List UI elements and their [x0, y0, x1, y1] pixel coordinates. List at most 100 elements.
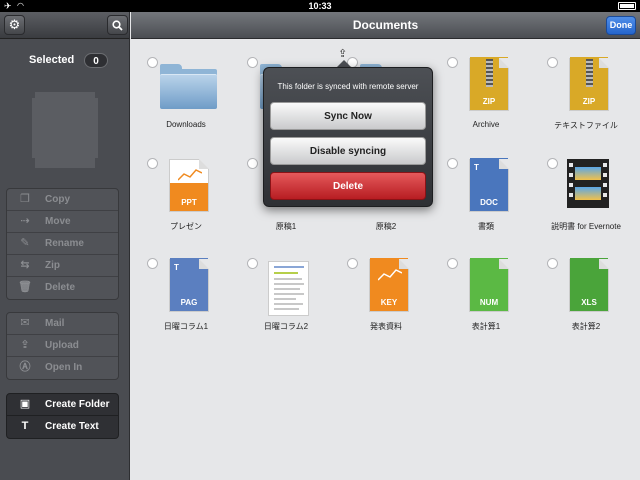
- copy-button[interactable]: ❐ Copy: [7, 189, 118, 211]
- disable-syncing-button[interactable]: Disable syncing: [270, 137, 426, 165]
- create-folder-button[interactable]: ▣ Create Folder: [7, 394, 118, 416]
- select-radio[interactable]: [447, 258, 458, 269]
- rename-icon: ✎: [20, 237, 30, 249]
- page-title: Documents: [352, 18, 419, 32]
- select-radio[interactable]: [147, 258, 158, 269]
- select-radio[interactable]: [147, 57, 158, 68]
- file-name: 発表資料: [370, 322, 402, 331]
- keynote-file-icon: KEY: [369, 258, 409, 312]
- sidebar-toolbar: ⚙: [0, 12, 129, 39]
- sync-popover: This folder is synced with remote server…: [263, 67, 433, 207]
- move-label: Move: [45, 216, 71, 227]
- file-item[interactable]: ZIP テキストファイル: [536, 44, 636, 144]
- xls-ext-label: XLS: [581, 298, 597, 307]
- doc-file-icon: T DOC: [469, 158, 509, 212]
- share-icon[interactable]: ⇪: [338, 47, 347, 60]
- num-ext-label: NUM: [479, 298, 499, 307]
- ppt-file-icon: PPT: [169, 159, 209, 212]
- popover-message: This folder is synced with remote server: [277, 82, 419, 91]
- search-button[interactable]: [107, 15, 128, 35]
- pages-file-icon: T PAG: [169, 258, 209, 312]
- xls-file-icon: XLS: [569, 258, 609, 312]
- select-radio[interactable]: [547, 57, 558, 68]
- file-item[interactable]: KEY 発表資料: [336, 245, 436, 345]
- select-radio[interactable]: [247, 57, 258, 68]
- zip-file-icon: ZIP: [469, 57, 509, 111]
- select-radio[interactable]: [547, 258, 558, 269]
- zip-icon: ⇆: [20, 259, 30, 271]
- create-text-button[interactable]: T Create Text: [7, 416, 118, 438]
- numbers-file-icon: NUM: [469, 258, 509, 312]
- file-item[interactable]: NUM 表計算1: [436, 245, 536, 345]
- file-item[interactable]: ZIP Archive: [436, 44, 536, 144]
- sidebar: ⚙ Selected 0 ❐ Copy ⇢ Move ✎ Rename ⇆ Zip 🗑 D…: [0, 12, 130, 480]
- file-name: 表計算2: [571, 322, 601, 331]
- zip-file-icon: ZIP: [569, 57, 609, 111]
- file-item[interactable]: 日曜コラム2: [236, 245, 336, 345]
- create-folder-icon: ▣: [19, 398, 31, 410]
- open-in-button[interactable]: Ⓐ Open In: [7, 357, 118, 379]
- file-item[interactable]: 説明書 for Evernote: [536, 145, 636, 245]
- selected-label: Selected: [29, 54, 75, 66]
- copy-label: Copy: [45, 194, 70, 205]
- action-group-edit: ❐ Copy ⇢ Move ✎ Rename ⇆ Zip 🗑 Delete: [6, 188, 119, 300]
- status-time: 10:33: [308, 1, 332, 11]
- file-item[interactable]: PPT プレゼン: [136, 145, 236, 245]
- battery-icon: [618, 2, 636, 10]
- settings-button[interactable]: ⚙: [4, 15, 25, 35]
- file-item[interactable]: Downloads: [136, 44, 236, 144]
- file-name: 表計算1: [471, 322, 501, 331]
- upload-button[interactable]: ⇪ Upload: [7, 335, 118, 357]
- search-icon: [112, 20, 123, 31]
- rename-button[interactable]: ✎ Rename: [7, 233, 118, 255]
- sync-now-button[interactable]: Sync Now: [270, 102, 426, 130]
- mail-label: Mail: [45, 318, 65, 329]
- doc-ext-label: DOC: [480, 198, 498, 207]
- mail-button[interactable]: ✉ Mail: [7, 313, 118, 335]
- file-name: 原稿2: [375, 222, 397, 231]
- select-radio[interactable]: [547, 158, 558, 169]
- delete-button[interactable]: Delete: [270, 172, 426, 200]
- select-radio[interactable]: [347, 258, 358, 269]
- delete-label: Delete: [45, 282, 76, 293]
- move-icon: ⇢: [20, 215, 30, 227]
- done-button[interactable]: Done: [606, 16, 636, 35]
- file-item[interactable]: XLS 表計算2: [536, 245, 636, 345]
- file-name: 日曜コラム1: [163, 322, 209, 331]
- selected-row: Selected 0: [0, 52, 130, 70]
- rename-label: Rename: [45, 238, 84, 249]
- upload-icon: ⇪: [20, 339, 30, 351]
- file-name: 原稿1: [275, 222, 297, 231]
- select-radio[interactable]: [247, 158, 258, 169]
- zip-label: Zip: [45, 260, 60, 271]
- open-in-icon: Ⓐ: [19, 361, 31, 373]
- action-group-share: ✉ Mail ⇪ Upload Ⓐ Open In: [6, 312, 119, 380]
- document-thumbnail: [268, 261, 309, 316]
- file-item[interactable]: T PAG 日曜コラム1: [136, 245, 236, 345]
- zip-ext-label: ZIP: [582, 97, 596, 106]
- select-radio[interactable]: [147, 158, 158, 169]
- open-in-label: Open In: [45, 362, 83, 373]
- pages-ext-label: PAG: [180, 298, 198, 307]
- video-file-icon: [567, 159, 609, 208]
- file-name: 日曜コラム2: [263, 322, 309, 331]
- gear-icon: ⚙: [8, 17, 21, 32]
- select-radio[interactable]: [447, 158, 458, 169]
- zip-button[interactable]: ⇆ Zip: [7, 255, 118, 277]
- delete-action-button[interactable]: 🗑 Delete: [7, 277, 118, 299]
- folder-icon: [160, 60, 217, 109]
- status-bar: ✈ ◠ 10:33: [0, 0, 640, 12]
- create-folder-label: Create Folder: [45, 399, 110, 410]
- select-radio[interactable]: [447, 57, 458, 68]
- select-radio[interactable]: [247, 258, 258, 269]
- trash-icon: 🗑: [18, 281, 32, 293]
- file-name: Downloads: [166, 120, 206, 129]
- mail-icon: ✉: [20, 317, 30, 329]
- file-name: テキストファイル: [554, 121, 618, 130]
- nav-bar: Documents Done: [131, 12, 640, 39]
- file-name: 説明書 for Evernote: [551, 222, 621, 231]
- zip-ext-label: ZIP: [482, 97, 496, 106]
- action-group-create: ▣ Create Folder T Create Text: [6, 393, 119, 439]
- file-item[interactable]: T DOC 書類: [436, 145, 536, 245]
- move-button[interactable]: ⇢ Move: [7, 211, 118, 233]
